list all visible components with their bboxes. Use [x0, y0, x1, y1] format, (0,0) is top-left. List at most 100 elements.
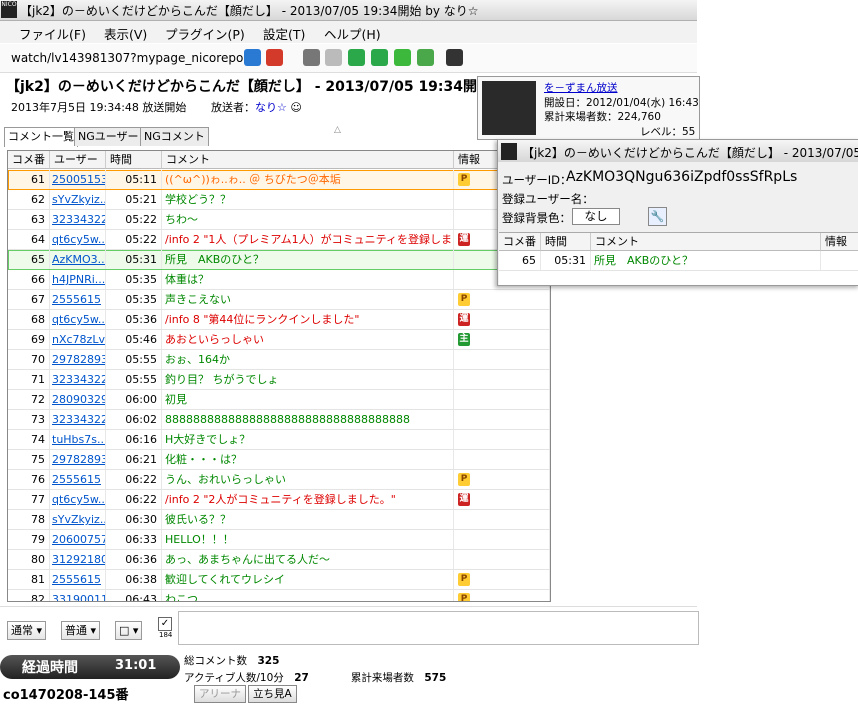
- comment-row[interactable]: 69nXc78zLv...05:46あおといらっしゃい主: [8, 330, 550, 350]
- user-popup-window[interactable]: 【jk2】の－めいくだけどからこんだ【顔だし】 - 2013/07/05 ユーザ…: [497, 139, 858, 286]
- comment-user-id[interactable]: qt6cy5w...: [50, 310, 106, 329]
- menu-help[interactable]: ヘルプ(H): [324, 24, 381, 43]
- col-header-num[interactable]: コメ番: [8, 151, 50, 169]
- comment-row[interactable]: 80 31292180 06:36 あっ、あまちゃんに出てる人だ～: [8, 550, 550, 570]
- popup-col-comment[interactable]: コメント: [591, 233, 821, 251]
- comment-row[interactable]: 63 32334322 05:22 ちわ～: [8, 210, 550, 230]
- menu-view[interactable]: 表示(V): [104, 24, 147, 43]
- comment-user-id[interactable]: 28090329: [50, 390, 106, 409]
- popup-bg-value[interactable]: なし: [572, 208, 620, 225]
- comment-row[interactable]: 68 qt6cy5w... 05:36/info 8 "第44位にランクインしました…: [8, 310, 550, 330]
- comment-user-id[interactable]: qt6cy5w...: [50, 230, 106, 249]
- comment-user-id[interactable]: nXc78zLv...: [50, 330, 106, 349]
- standing-button[interactable]: 立ち見A: [248, 685, 297, 703]
- comment-row[interactable]: 77 qt6cy5w... 06:22/info 2 "2人がコミュニティを登録しま…: [8, 490, 550, 510]
- comment-time: 05:35: [106, 270, 162, 289]
- url-field[interactable]: watch/lv143981307?mypage_nicorepo: [11, 51, 243, 65]
- comment-text: 学校どう？？: [162, 190, 454, 209]
- comment-row[interactable]: 65 AzKMO3... 05:31 所見 AKBのひと？: [8, 250, 550, 270]
- command-select-1[interactable]: 通常 ▾: [7, 621, 47, 640]
- caster-link[interactable]: なり☆: [255, 101, 287, 114]
- comment-user-id[interactable]: tuHbs7s...: [50, 430, 106, 449]
- comment-user-id[interactable]: 29782893: [50, 350, 106, 369]
- comment-user-id[interactable]: 32334322: [50, 370, 106, 389]
- comment-text: 88888888888888888888888888888888888: [162, 410, 454, 429]
- popup-col-info[interactable]: 情報: [821, 233, 858, 251]
- comment-user-id[interactable]: sYvZkyiz...: [50, 510, 106, 529]
- tab-ng-users[interactable]: NGユーザー: [74, 127, 143, 146]
- comment-user-id[interactable]: 32334322: [50, 210, 106, 229]
- back-icon[interactable]: [244, 49, 261, 66]
- col-header-uid[interactable]: ユーザーID: [50, 151, 106, 184]
- color-select[interactable]: □ ▾: [115, 621, 143, 640]
- mute-icon[interactable]: [325, 49, 342, 66]
- comment-badge: P: [458, 573, 470, 586]
- popup-comment-grid[interactable]: コメ番 時間 コメント 情報 65 05:31 所見 AKBのひと？: [499, 232, 858, 285]
- comment-row[interactable]: 79 20600757 06:33 HELLO！！！: [8, 530, 550, 550]
- comment-time: 05:21: [106, 190, 162, 209]
- comment-row[interactable]: 70 29782893 05:55 おぉ、164か: [8, 350, 550, 370]
- popup-comment-row[interactable]: 65 05:31 所見 AKBのひと？: [499, 251, 858, 271]
- comment-user-id[interactable]: qt6cy5w...: [50, 490, 106, 509]
- comment-row[interactable]: 81 2555615 06:38 歓迎してくれてウレシイ P: [8, 570, 550, 590]
- comment-row[interactable]: 73 32334322 06:02 8888888888888888888888888…: [8, 410, 550, 430]
- pin-icon[interactable]: [446, 49, 463, 66]
- comment-row[interactable]: 75 29782893 06:21 化粧・・・は？: [8, 450, 550, 470]
- comment-number: 77: [8, 490, 50, 509]
- comment-row[interactable]: 71 32334322 05:55 釣り目？ ちがうでしょ: [8, 370, 550, 390]
- comment-user-id[interactable]: 32334322: [50, 410, 106, 429]
- comment-user-id[interactable]: h4JPNRi...: [50, 270, 106, 289]
- comment-user-id[interactable]: 33190011: [50, 590, 106, 601]
- window-titlebar[interactable]: NICO 【jk2】の－めいくだけどからこんだ【顔だし】 - 2013/07/0…: [0, 0, 697, 21]
- menu-file[interactable]: ファイル(F): [19, 24, 86, 43]
- comment-info: P: [454, 290, 550, 309]
- comment-user-id[interactable]: 25005153: [50, 170, 106, 189]
- comment-input[interactable]: [178, 611, 699, 645]
- comment-row[interactable]: 76 2555615 06:22 うん、おれいらっしゃい P: [8, 470, 550, 490]
- popup-wrench-icon[interactable]: 🔧: [648, 207, 667, 226]
- comment-user-id[interactable]: 29782893: [50, 450, 106, 469]
- comment-row[interactable]: 64 qt6cy5w... 05:22/info 2 "1人（プレミアム1人）がコミ…: [8, 230, 550, 250]
- settings-icon[interactable]: [303, 49, 320, 66]
- comment-text: ((^ω^))ゎ..ゎ.. ＠ ちびたつ＠本垢: [162, 170, 454, 189]
- comment-row[interactable]: 67 2555615 05:35 声きこえない P: [8, 290, 550, 310]
- comment-text: /info 2 "2人がコミュニティを登録しました。": [162, 490, 454, 509]
- menu-plugin[interactable]: プラグイン(P): [165, 24, 245, 43]
- gear-icon[interactable]: [417, 49, 434, 66]
- col-header-comment[interactable]: コメント: [162, 151, 454, 169]
- comment-user-id[interactable]: sYvZkyiz...: [50, 190, 106, 209]
- comment-row[interactable]: 62 sYvZkyiz... 05:21 学校どう？？: [8, 190, 550, 210]
- comment-user-id[interactable]: 2555615: [50, 470, 106, 489]
- comment-user-id[interactable]: 31292180: [50, 550, 106, 569]
- comment-user-id[interactable]: 20600757: [50, 530, 106, 549]
- tab-comments[interactable]: コメント一覧: [4, 127, 78, 147]
- stop-icon[interactable]: [266, 49, 283, 66]
- community-thumbnail[interactable]: [482, 81, 536, 135]
- collapse-icon[interactable]: △: [334, 125, 341, 135]
- comment-time: 06:30: [106, 510, 162, 529]
- comment-row[interactable]: 74 tuHbs7s... 06:16 H大好きでしょ？: [8, 430, 550, 450]
- menu-bar: ファイル(F) 表示(V) プラグイン(P) 設定(T) ヘルプ(H): [0, 21, 697, 43]
- tab-ng-comments[interactable]: NGコメント: [140, 127, 209, 146]
- community-name[interactable]: を－ずまん放送: [544, 80, 618, 95]
- upload-icon[interactable]: [348, 49, 365, 66]
- popup-titlebar[interactable]: 【jk2】の－めいくだけどからこんだ【顔だし】 - 2013/07/05: [498, 140, 858, 162]
- popup-col-time[interactable]: 時間: [541, 233, 591, 251]
- comment-row[interactable]: 82 33190011 06:43 わこつ P: [8, 590, 550, 601]
- comment-grid[interactable]: コメ番 ユーザーID 時間 コメント 情報 612500515305:11((^…: [7, 150, 551, 602]
- on-icon[interactable]: [394, 49, 411, 66]
- anonymous-checkbox[interactable]: ✓: [158, 617, 172, 631]
- comment-row[interactable]: 72 28090329 06:00 初見: [8, 390, 550, 410]
- col-header-time[interactable]: 時間: [106, 151, 162, 169]
- comment-row[interactable]: 78 sYvZkyiz... 06:30 彼氏いる？？: [8, 510, 550, 530]
- command-select-2[interactable]: 普通 ▾: [61, 621, 101, 640]
- comment-user-id[interactable]: 2555615: [50, 570, 106, 589]
- comment-row[interactable]: 66 h4JPNRi... 05:35 体重は？: [8, 270, 550, 290]
- comment-user-id[interactable]: AzKMO3...: [50, 250, 106, 269]
- menu-settings[interactable]: 設定(T): [263, 24, 305, 43]
- popup-col-num[interactable]: コメ番: [499, 233, 541, 251]
- arena-button[interactable]: アリーナ: [194, 685, 246, 703]
- home-icon[interactable]: [371, 49, 388, 66]
- comment-row[interactable]: 61 25005153 05:11 ((^ω^))ゎ..ゎ.. ＠ ちびたつ＠本垢 P: [8, 170, 550, 190]
- comment-user-id[interactable]: 2555615: [50, 290, 106, 309]
